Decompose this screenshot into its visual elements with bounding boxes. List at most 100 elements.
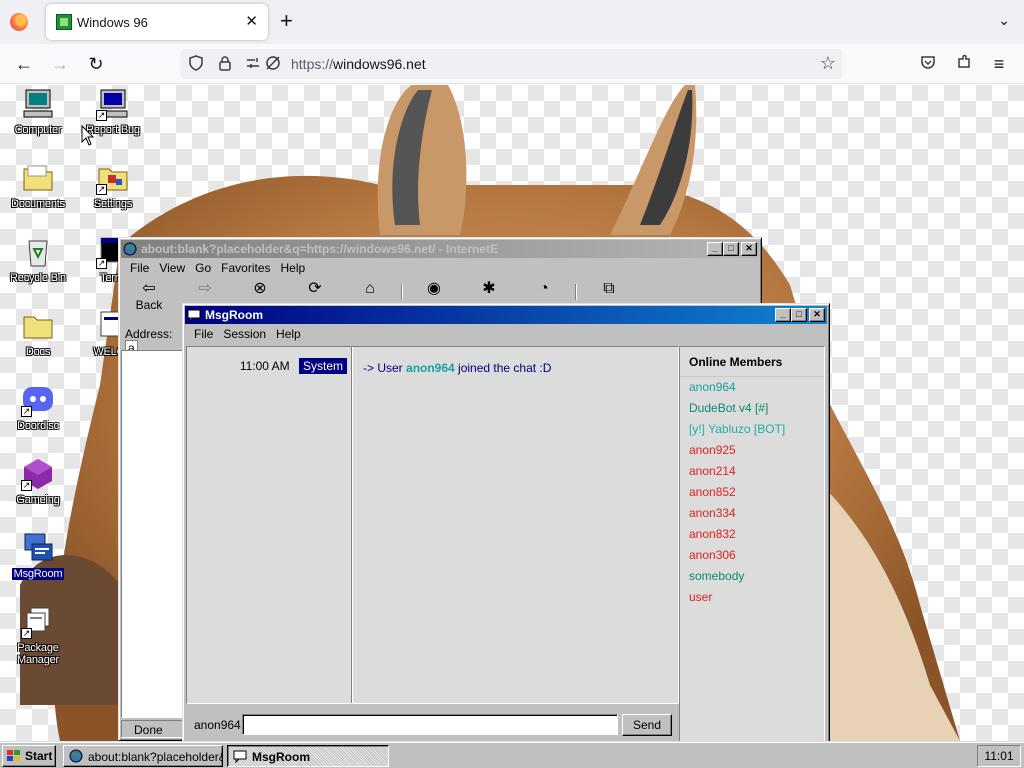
extensions-icon[interactable] bbox=[953, 53, 975, 75]
tracking-protection-icon[interactable] bbox=[264, 55, 282, 73]
home-icon: ⌂ bbox=[365, 280, 375, 297]
member-item[interactable]: anon214 bbox=[680, 461, 824, 482]
ie-address-bar: Address: a bbox=[121, 322, 183, 356]
member-item[interactable]: [y!] Yabluzo [BOT] bbox=[680, 419, 824, 440]
browser-tabbar: Windows 96 ✕ + ⌄ bbox=[0, 0, 1024, 44]
desktop-icon-computer[interactable]: Computer bbox=[0, 87, 76, 136]
menu-file[interactable]: File bbox=[189, 327, 218, 341]
permissions-icon[interactable] bbox=[244, 55, 262, 73]
lock-icon[interactable] bbox=[216, 55, 234, 73]
computer-icon bbox=[21, 87, 55, 121]
new-tab-icon[interactable]: + bbox=[280, 10, 293, 32]
toolbar-separator bbox=[401, 284, 403, 300]
member-item[interactable]: anon306 bbox=[680, 545, 824, 566]
msgroom-icon bbox=[21, 531, 55, 565]
ie-history-button[interactable]: ◔ bbox=[526, 280, 562, 298]
system-tray-clock[interactable]: 11:01 bbox=[977, 745, 1021, 767]
member-item[interactable]: anon832 bbox=[680, 524, 824, 545]
close-button[interactable]: ✕ bbox=[809, 308, 825, 322]
chat-bubble-icon bbox=[187, 308, 201, 323]
ie-window-title: about:blank?placeholder&q=https://window… bbox=[141, 242, 499, 256]
desktop-icon-msgroom[interactable]: MsgRoom bbox=[0, 531, 76, 580]
url-bar[interactable]: https://windows96.net ☆ bbox=[180, 49, 842, 79]
message-compose: anon964 Send bbox=[186, 704, 679, 741]
msgroom-titlebar[interactable]: MsgRoom _ □ ✕ bbox=[185, 306, 827, 324]
start-button[interactable]: Start bbox=[2, 745, 56, 767]
back-arrow-icon: ⇦ bbox=[142, 280, 156, 297]
member-item[interactable]: user bbox=[680, 587, 824, 608]
ie-home-button[interactable]: ⌂ bbox=[352, 280, 388, 298]
ie-content-area[interactable] bbox=[121, 350, 183, 718]
menu-file[interactable]: File bbox=[125, 261, 154, 275]
msgroom-window[interactable]: MsgRoom _ □ ✕ File Session Help 11:00 AM… bbox=[182, 303, 830, 741]
taskbar-item-internet-explorer[interactable]: about:blank?placeholder&... bbox=[63, 745, 223, 767]
msgroom-menubar: File Session Help bbox=[185, 324, 827, 344]
desktop-icon-gameing[interactable]: ↗ Gameing bbox=[0, 457, 76, 506]
back-arrow-icon[interactable]: ← bbox=[13, 53, 35, 75]
chat-log[interactable]: 11:00 AM System -> User anon964 joined t… bbox=[186, 346, 679, 704]
desktop-icon-recycle-bin[interactable]: Recycle Bin bbox=[0, 235, 76, 284]
ie-forward-button[interactable]: ⇨ bbox=[187, 280, 223, 298]
desktop-icon-doordisc[interactable]: ↗ Doordisc bbox=[0, 383, 76, 432]
menu-favorites[interactable]: Favorites bbox=[216, 261, 275, 275]
menu-go[interactable]: Go bbox=[190, 261, 216, 275]
bookmark-star-icon[interactable]: ☆ bbox=[820, 53, 836, 74]
shortcut-arrow-icon: ↗ bbox=[96, 184, 107, 195]
url-text[interactable]: https://windows96.net bbox=[291, 56, 426, 72]
desktop-icon-package-manager[interactable]: ↗ Package Manager bbox=[0, 605, 76, 666]
chat-message: -> User anon964 joined the chat :D bbox=[363, 361, 552, 375]
pocket-icon[interactable] bbox=[917, 53, 939, 75]
mouse-cursor-icon bbox=[81, 125, 95, 146]
ie-fullscreen-button[interactable]: ⧉ bbox=[591, 280, 627, 298]
member-item[interactable]: anon964 bbox=[680, 377, 824, 398]
browser-tab[interactable]: Windows 96 ✕ bbox=[46, 4, 268, 40]
close-button[interactable]: ✕ bbox=[741, 242, 757, 256]
shortcut-arrow-icon: ↗ bbox=[21, 406, 32, 417]
minimize-button[interactable]: _ bbox=[775, 308, 791, 322]
member-item[interactable]: anon925 bbox=[680, 440, 824, 461]
ie-back-button[interactable]: ⇦ Back bbox=[131, 280, 167, 312]
member-item[interactable]: somebody bbox=[680, 566, 824, 587]
menu-session[interactable]: Session bbox=[218, 327, 271, 341]
ie-status-bar: Done bbox=[121, 720, 183, 738]
taskbar: Start about:blank?placeholder&... MsgRoo… bbox=[0, 741, 1024, 768]
maximize-button[interactable]: □ bbox=[791, 308, 807, 322]
menu-help[interactable]: Help bbox=[271, 327, 306, 341]
hamburger-menu-icon[interactable]: ≡ bbox=[988, 53, 1010, 75]
history-icon: ◔ bbox=[539, 280, 549, 297]
member-item[interactable]: anon852 bbox=[680, 482, 824, 503]
send-button[interactable]: Send bbox=[622, 714, 672, 736]
desktop-icon-settings[interactable]: ↗ Settings bbox=[75, 161, 151, 210]
member-item[interactable]: anon334 bbox=[680, 503, 824, 524]
message-input[interactable] bbox=[242, 714, 618, 735]
reload-icon[interactable]: ↻ bbox=[85, 53, 107, 75]
menu-help[interactable]: Help bbox=[276, 261, 311, 275]
ie-favorites-button[interactable]: ✱ bbox=[471, 280, 507, 298]
firefox-logo-icon bbox=[10, 13, 28, 31]
minimize-button[interactable]: _ bbox=[707, 242, 723, 256]
ie-titlebar[interactable]: about:blank?placeholder&q=https://window… bbox=[121, 240, 759, 258]
toolbar-separator bbox=[575, 284, 577, 300]
tab-close-icon[interactable]: ✕ bbox=[245, 12, 258, 30]
globe-icon bbox=[123, 242, 137, 256]
menu-view[interactable]: View bbox=[154, 261, 190, 275]
ie-search-button[interactable]: ◉ bbox=[416, 280, 452, 298]
desktop[interactable]: Computer ↗ Report Bug Documents ↗ Settin… bbox=[0, 85, 1024, 741]
shield-icon[interactable] bbox=[187, 55, 205, 73]
message-username[interactable]: anon964 bbox=[406, 361, 455, 375]
ie-refresh-button[interactable]: ⟳ bbox=[297, 280, 333, 298]
folder-icon bbox=[21, 161, 55, 195]
desktop-icon-documents[interactable]: Documents bbox=[0, 161, 76, 210]
taskbar-item-msgroom[interactable]: MsgRoom bbox=[227, 745, 389, 767]
discord-icon: ↗ bbox=[21, 383, 55, 417]
settings-folder-icon: ↗ bbox=[96, 161, 130, 195]
member-item[interactable]: DudeBot v4 [#] bbox=[680, 398, 824, 419]
maximize-button[interactable]: □ bbox=[723, 242, 739, 256]
report-bug-icon: ↗ bbox=[96, 87, 130, 121]
forward-arrow-icon[interactable]: → bbox=[49, 53, 71, 75]
tab-title: Windows 96 bbox=[77, 15, 148, 30]
list-all-tabs-icon[interactable]: ⌄ bbox=[998, 12, 1010, 29]
shortcut-arrow-icon: ↗ bbox=[21, 480, 32, 491]
desktop-icon-docs[interactable]: Docs bbox=[0, 309, 76, 358]
ie-stop-button[interactable]: ⊗ bbox=[242, 280, 278, 298]
